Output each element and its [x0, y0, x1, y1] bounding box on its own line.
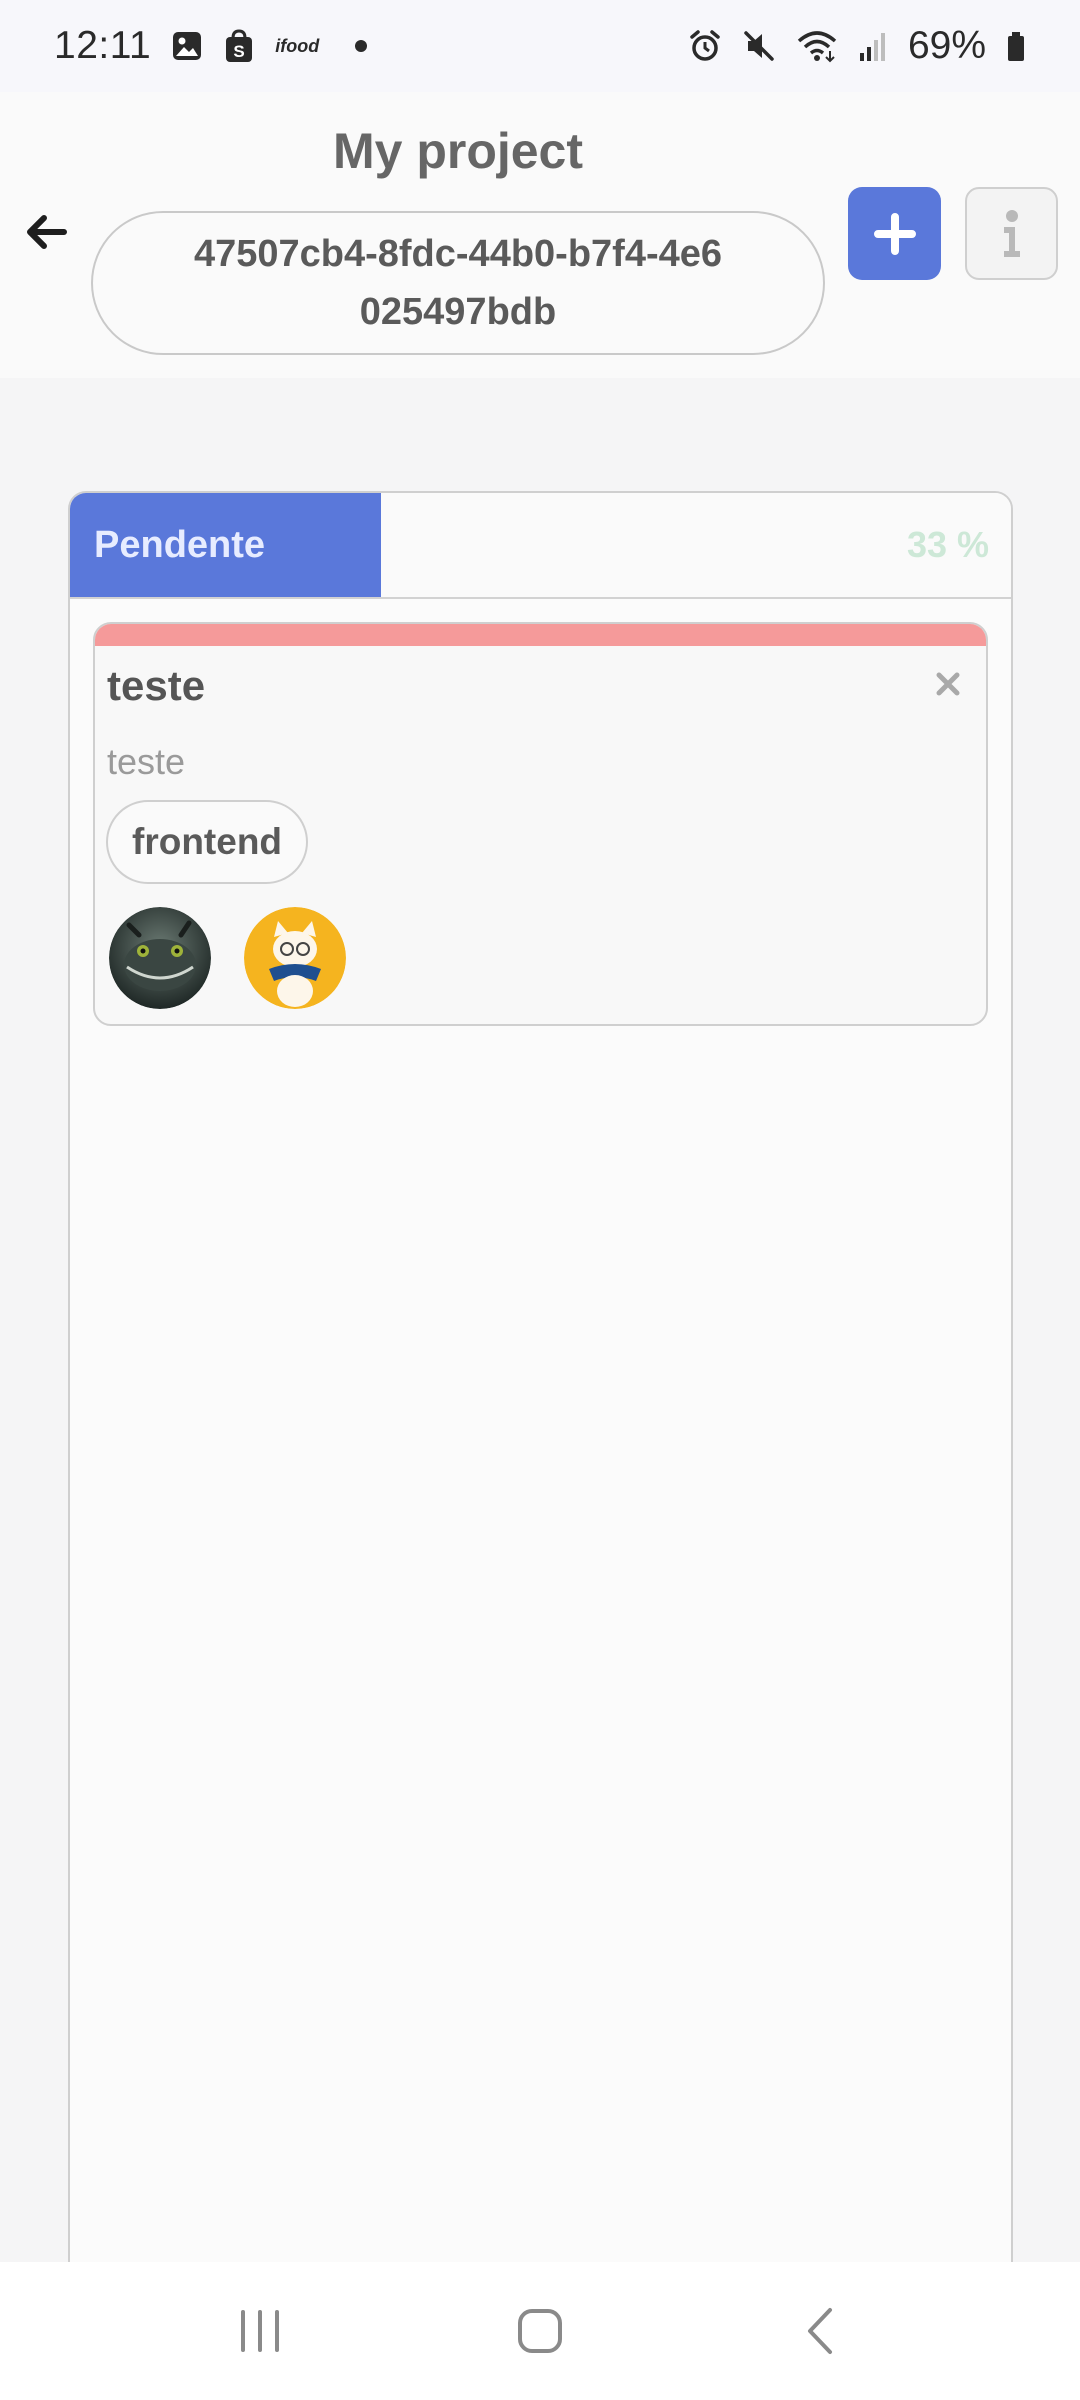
arrow-left-icon	[27, 215, 67, 249]
dot-icon	[355, 40, 368, 52]
priority-bar	[95, 624, 986, 646]
signal-icon	[858, 29, 888, 63]
battery-icon	[1006, 29, 1026, 63]
ifood-icon: ifood	[275, 35, 320, 56]
delete-task-button[interactable]	[930, 666, 966, 702]
nav-back-button[interactable]	[775, 2286, 865, 2376]
system-nav-bar	[0, 2262, 1080, 2400]
column-progress-percent: 33 %	[906, 524, 989, 565]
svg-text:S: S	[234, 42, 245, 61]
tag-chip[interactable]: frontend	[106, 800, 309, 884]
task-description: teste	[107, 741, 186, 782]
column-title: Pendente	[94, 524, 266, 566]
plus-icon	[873, 212, 916, 255]
assignee-avatar-dragon[interactable]	[109, 907, 211, 1009]
assignee-avatar-cat[interactable]	[244, 907, 346, 1009]
shopping-bag-icon: S	[223, 29, 255, 63]
battery-percent: 69%	[907, 24, 986, 67]
task-title: teste	[107, 662, 206, 709]
info-icon	[1003, 209, 1020, 257]
column-header[interactable]: Pendente 33 %	[70, 493, 1011, 599]
gallery-icon	[171, 30, 203, 62]
wifi-icon	[796, 29, 838, 63]
task-card[interactable]: teste teste frontend	[93, 622, 988, 1026]
home-button[interactable]	[495, 2286, 585, 2376]
status-bar-left: 12:11 S ifood	[54, 24, 368, 68]
add-task-button[interactable]	[848, 187, 941, 280]
alarm-icon	[688, 29, 722, 63]
recents-icon	[241, 2310, 279, 2352]
home-icon	[518, 2309, 562, 2353]
close-icon	[936, 672, 960, 696]
mute-icon	[742, 29, 776, 63]
recents-button[interactable]	[215, 2286, 305, 2376]
status-bar-right: 69%	[688, 24, 1026, 68]
project-id-field[interactable]: 47507cb4-8fdc-44b0-b7f4-4e6025497bdb	[91, 211, 825, 355]
kanban-column: Pendente 33 % teste teste frontend	[68, 491, 1013, 2400]
info-button[interactable]	[965, 187, 1058, 280]
page-title: My project	[332, 123, 584, 179]
back-button[interactable]	[18, 204, 74, 260]
top-header: My project 47507cb4-8fdc-44b0-b7f4-4e602…	[0, 92, 1080, 378]
status-bar: 12:11 S ifood 69%	[0, 0, 1080, 92]
status-time: 12:11	[54, 24, 152, 67]
dragon-avatar-icon	[109, 907, 211, 1009]
cat-avatar-icon	[244, 907, 346, 1009]
back-icon	[808, 2308, 832, 2354]
